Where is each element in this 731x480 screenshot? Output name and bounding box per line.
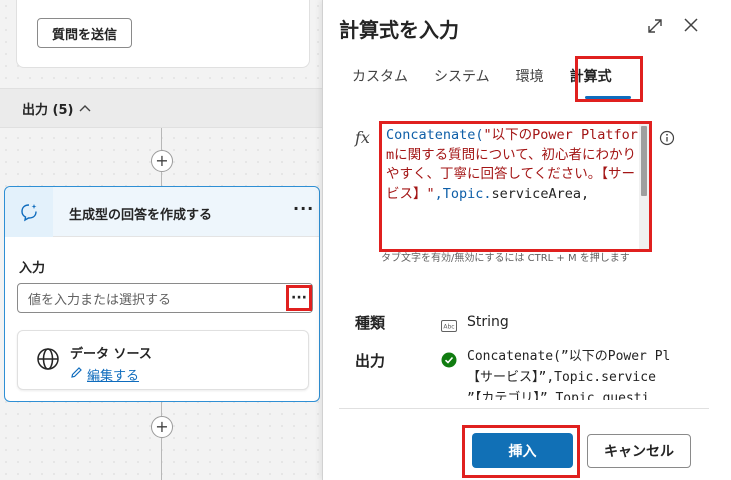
node-title: 生成型の回答を作成する xyxy=(69,208,213,223)
question-card: 質問を送信 xyxy=(16,0,310,68)
svg-text:Abc: Abc xyxy=(443,324,454,331)
add-node-plus-icon[interactable]: + xyxy=(151,150,173,172)
connector-line xyxy=(161,172,162,186)
formula-panel: 計算式を入力 カスタム システム 環境 計算式 fx Concatenate("… xyxy=(322,0,731,480)
formula-separator: ,Topic. xyxy=(434,185,492,202)
formula-function: Concatenate( xyxy=(386,127,484,143)
input-more-button[interactable]: ··· xyxy=(286,285,312,311)
text-type-icon: Abc xyxy=(441,317,457,336)
connector-line xyxy=(161,128,162,150)
generative-sparkle-icon xyxy=(5,187,53,237)
pencil-icon xyxy=(70,366,83,383)
formula-text: Concatenate("以下のPower Platformに関する質問について… xyxy=(386,126,640,204)
connector-line xyxy=(161,438,162,480)
tab-custom[interactable]: カスタム xyxy=(339,58,421,98)
expand-icon[interactable] xyxy=(645,16,665,40)
footer-divider xyxy=(339,408,709,409)
datasource-edit-label: 編集する xyxy=(87,369,140,384)
formula-tail: serviceArea, xyxy=(491,185,590,202)
add-node-plus-icon[interactable]: + xyxy=(151,416,173,438)
insert-button[interactable]: 挿入 xyxy=(472,433,573,468)
output-line: ”【カテゴリ】”,Topic.questi xyxy=(467,391,650,400)
flow-canvas[interactable]: 質問を送信 出力 (5) + 生成型の回答を作成する ··· 入力 値を入力また… xyxy=(0,0,322,480)
output-line: Concatenate(”以下のPower Pl xyxy=(467,349,671,364)
datasource-edit-link[interactable]: 編集する xyxy=(70,365,139,384)
editor-scrollbar-thumb[interactable] xyxy=(641,126,647,196)
tab-system[interactable]: システム xyxy=(421,58,503,98)
input-value-field[interactable]: 値を入力または選択する xyxy=(17,283,313,313)
cancel-button[interactable]: キャンセル xyxy=(587,434,691,468)
node-more-button[interactable]: ··· xyxy=(293,199,314,218)
tab-environment[interactable]: 環境 xyxy=(503,58,557,98)
send-question-button[interactable]: 質問を送信 xyxy=(37,18,132,48)
kind-label: 種類 xyxy=(355,314,386,332)
datasource-card: データ ソース 編集する xyxy=(17,330,309,390)
globe-icon xyxy=(36,347,60,375)
close-icon[interactable] xyxy=(681,15,701,39)
output-label: 出力 xyxy=(355,352,386,370)
kind-value: String xyxy=(467,314,509,330)
output-line: 【サービス】”,Topic.service xyxy=(467,370,656,385)
panel-title: 計算式を入力 xyxy=(339,18,459,42)
datasource-title: データ ソース xyxy=(70,347,152,362)
input-label: 入力 xyxy=(19,261,46,276)
info-icon[interactable] xyxy=(659,130,675,150)
active-tab-indicator xyxy=(585,96,631,99)
fx-icon: fx xyxy=(355,128,370,147)
output-section-toggle[interactable]: 出力 (5) xyxy=(0,88,322,128)
node-header: 生成型の回答を作成する ··· xyxy=(5,187,319,237)
formula-editor[interactable]: Concatenate("以下のPower Platformに関する質問について… xyxy=(379,121,652,252)
output-preview: Concatenate(”以下のPower Pl 【サービス】”,Topic.s… xyxy=(467,346,674,400)
success-check-icon xyxy=(441,352,457,372)
output-section-label: 出力 (5) xyxy=(22,102,74,118)
chevron-up-icon xyxy=(79,101,91,115)
editor-hint: タブ文字を有効/無効にするには CTRL + M を押します xyxy=(381,253,630,264)
connector-line xyxy=(161,402,162,416)
generative-answer-node[interactable]: 生成型の回答を作成する ··· 入力 値を入力または選択する ··· データ ソ… xyxy=(4,186,320,402)
